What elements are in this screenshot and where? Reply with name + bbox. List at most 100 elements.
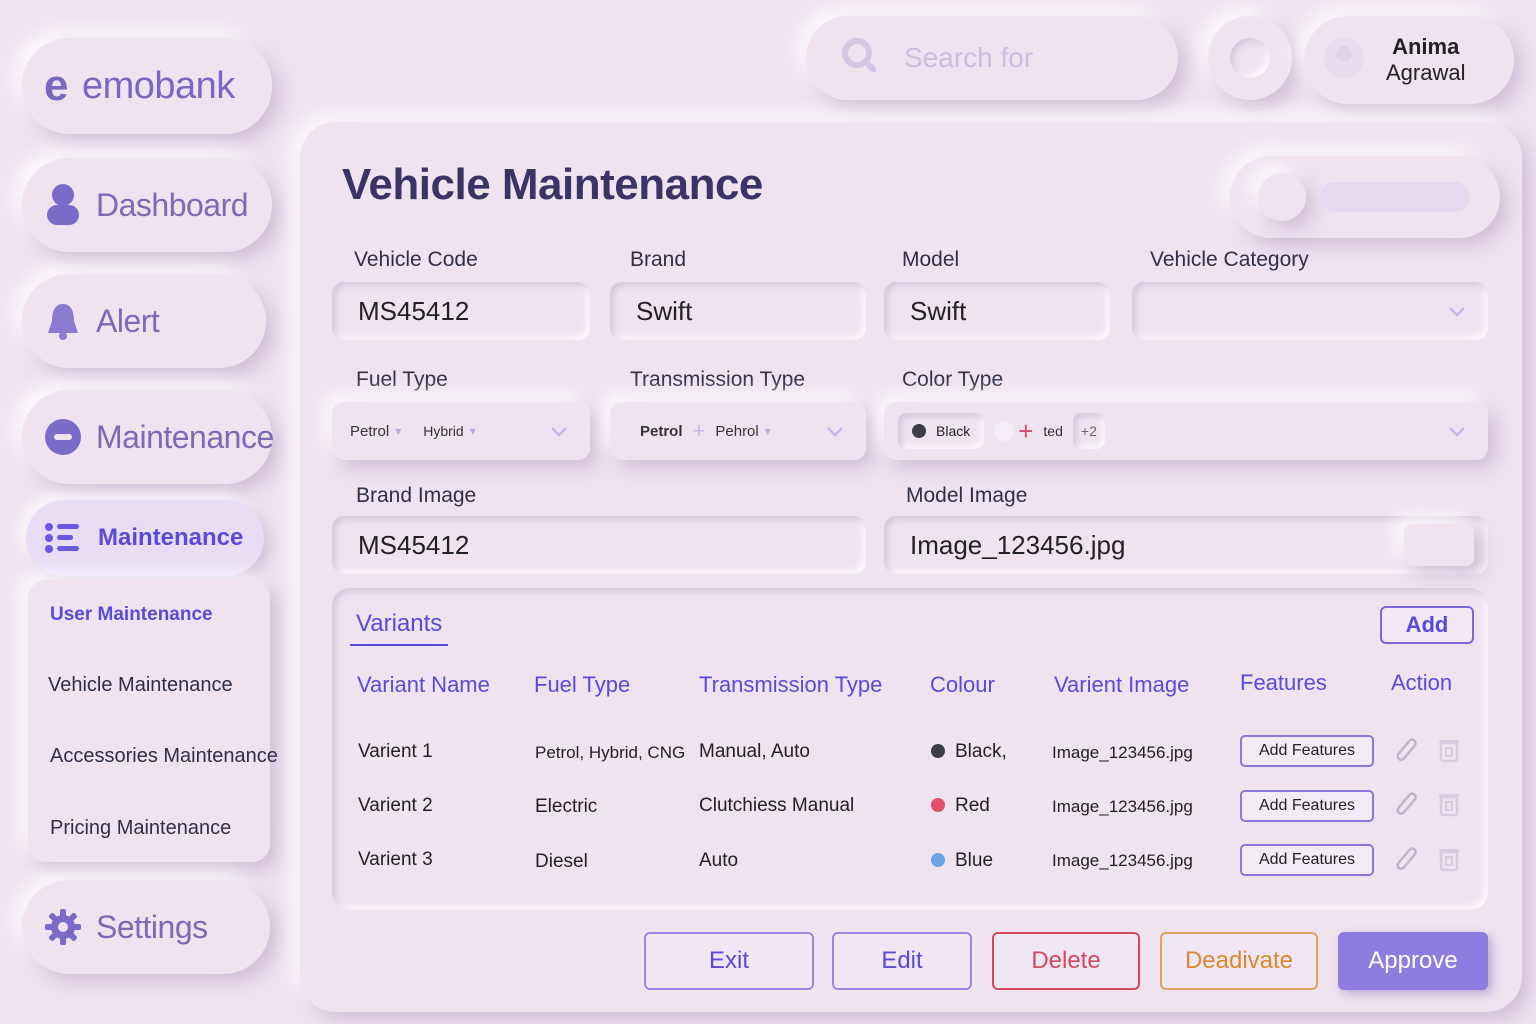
search-input[interactable] <box>904 42 1144 74</box>
delete-icon[interactable] <box>1436 846 1462 872</box>
plus-icon[interactable]: + <box>1018 416 1033 447</box>
color-chip[interactable]: ted <box>1043 423 1062 439</box>
model-field[interactable]: Swift <box>884 282 1110 340</box>
chip-label: Hybrid <box>423 423 464 439</box>
delete-icon[interactable] <box>1436 791 1462 817</box>
approve-button[interactable]: Approve <box>1338 932 1488 990</box>
bell-icon <box>44 302 82 340</box>
search-icon <box>840 36 880 81</box>
tab-underline <box>350 644 448 646</box>
table-cell-variant-name: Varient 1 <box>358 741 433 762</box>
colour-label: Blue <box>955 850 994 871</box>
add-features-button[interactable]: Add Features <box>1240 790 1374 822</box>
fuel-chip[interactable]: Petrol ▾ <box>350 423 401 440</box>
toggle-track <box>1320 182 1470 212</box>
column-header: Variant Name <box>357 672 490 697</box>
chevron-down-icon <box>827 427 843 437</box>
fuel-chip[interactable]: Hybrid ▾ <box>423 423 476 439</box>
exit-button[interactable]: Exit <box>644 932 814 990</box>
fuel-type-label: Fuel Type <box>356 368 448 391</box>
column-header: Transmission Type <box>699 672 883 697</box>
sidebar-item-maintenance[interactable]: Maintenance <box>22 390 274 484</box>
sidebar-item-label: Settings <box>96 908 208 945</box>
tab-variants[interactable]: Variants <box>356 610 442 638</box>
model-image-label: Model Image <box>906 484 1028 507</box>
table-cell-transmission: Manual, Auto <box>699 741 810 762</box>
user-last-name: Agrawal <box>1386 60 1466 85</box>
add-variant-button[interactable]: Add <box>1380 606 1474 644</box>
submenu-pricing-maintenance[interactable]: Pricing Maintenance <box>50 817 231 840</box>
user-profile[interactable]: Anima Agrawal <box>1304 16 1514 104</box>
table-cell-fuel: Diesel <box>535 851 588 872</box>
table-cell-variant-name: Varient 3 <box>358 849 433 870</box>
color-type-select[interactable]: Black + ted +2 <box>884 402 1488 460</box>
brand-field[interactable]: Swift <box>610 282 866 340</box>
brand-image-field[interactable]: MS45412 <box>332 516 866 574</box>
column-header: Colour <box>930 672 995 697</box>
table-cell-image: Image_123456.jpg <box>1052 851 1193 870</box>
model-image-value: Image_123456.jpg <box>910 529 1126 560</box>
search-bar[interactable] <box>806 16 1178 100</box>
table-cell-image: Image_123456.jpg <box>1052 797 1193 816</box>
avatar <box>1322 36 1366 85</box>
transmission-chip[interactable]: Petrol <box>640 423 683 440</box>
vehicle-category-select[interactable] <box>1132 282 1488 340</box>
upload-button[interactable] <box>1404 524 1474 566</box>
minus-circle-icon <box>44 418 82 456</box>
caret-down-icon: ▾ <box>395 424 402 438</box>
circle-icon <box>1230 38 1270 78</box>
table-cell-colour: Blue <box>931 850 993 872</box>
toggle-knob[interactable] <box>1258 173 1306 221</box>
chip-label: Pehrol <box>715 422 759 440</box>
table-cell-fuel: Petrol, Hybrid, CNG <box>535 743 686 762</box>
model-image-field[interactable]: Image_123456.jpg <box>884 516 1488 574</box>
add-features-button[interactable]: Add Features <box>1240 735 1374 767</box>
edit-icon[interactable] <box>1394 846 1420 872</box>
notification-button[interactable] <box>1208 16 1292 100</box>
sidebar-item-label: Maintenance <box>98 524 244 551</box>
brand-label: Brand <box>630 248 687 271</box>
table-cell-fuel: Electric <box>535 796 598 817</box>
sidebar-item-settings[interactable]: Settings <box>22 880 270 974</box>
transmission-type-label: Transmission Type <box>630 368 806 391</box>
chip-label: ted <box>1043 423 1063 439</box>
edit-button[interactable]: Edit <box>832 932 972 990</box>
add-features-button[interactable]: Add Features <box>1240 844 1374 876</box>
sidebar-item-label: Maintenance <box>96 418 274 455</box>
color-dot-icon <box>931 853 945 867</box>
sidebar-item-dashboard[interactable]: Dashboard <box>22 158 272 252</box>
brand-logo[interactable]: e emobank <box>22 38 272 134</box>
submenu-vehicle-maintenance[interactable]: Vehicle Maintenance <box>48 674 233 697</box>
submenu-accessories-maintenance[interactable]: Accessories Maintenance <box>50 745 278 768</box>
color-dot-icon <box>931 744 945 758</box>
delete-icon[interactable] <box>1436 737 1462 763</box>
chip-label: Petrol <box>350 422 390 440</box>
chevron-down-icon <box>551 427 567 437</box>
plus-icon[interactable]: + <box>693 418 706 444</box>
edit-icon[interactable] <box>1394 791 1420 817</box>
vehicle-code-field[interactable]: MS45412 <box>332 282 590 340</box>
color-type-label: Color Type <box>902 368 1004 391</box>
color-dot-icon <box>931 798 945 812</box>
delete-button[interactable]: Delete <box>992 932 1140 990</box>
edit-icon[interactable] <box>1394 737 1420 763</box>
column-header: Action <box>1391 670 1453 695</box>
model-value: Swift <box>910 295 967 326</box>
deactivate-button[interactable]: Deadivate <box>1160 932 1318 990</box>
sidebar-item-maintenance-active[interactable]: Maintenance <box>26 500 264 576</box>
color-chip[interactable]: Black <box>898 413 985 449</box>
table-cell-transmission: Auto <box>699 850 739 871</box>
fuel-type-select[interactable]: Petrol ▾ Hybrid ▾ <box>332 402 590 460</box>
page-title: Vehicle Maintenance <box>342 160 763 209</box>
brand-image-value: MS45412 <box>358 529 470 560</box>
sidebar-item-alert[interactable]: Alert <box>22 274 266 368</box>
table-cell-colour: Red <box>931 795 990 817</box>
column-header: Features <box>1240 670 1327 695</box>
transmission-chip[interactable]: Pehrol ▾ <box>715 423 770 440</box>
more-chips-badge[interactable]: +2 <box>1072 413 1105 449</box>
status-toggle[interactable] <box>1230 156 1500 238</box>
transmission-type-select[interactable]: Petrol + Pehrol ▾ <box>610 402 866 460</box>
submenu-user-maintenance[interactable]: User Maintenance <box>50 604 213 626</box>
sidebar-item-label: Dashboard <box>96 186 249 223</box>
caret-down-icon: ▾ <box>764 424 771 438</box>
